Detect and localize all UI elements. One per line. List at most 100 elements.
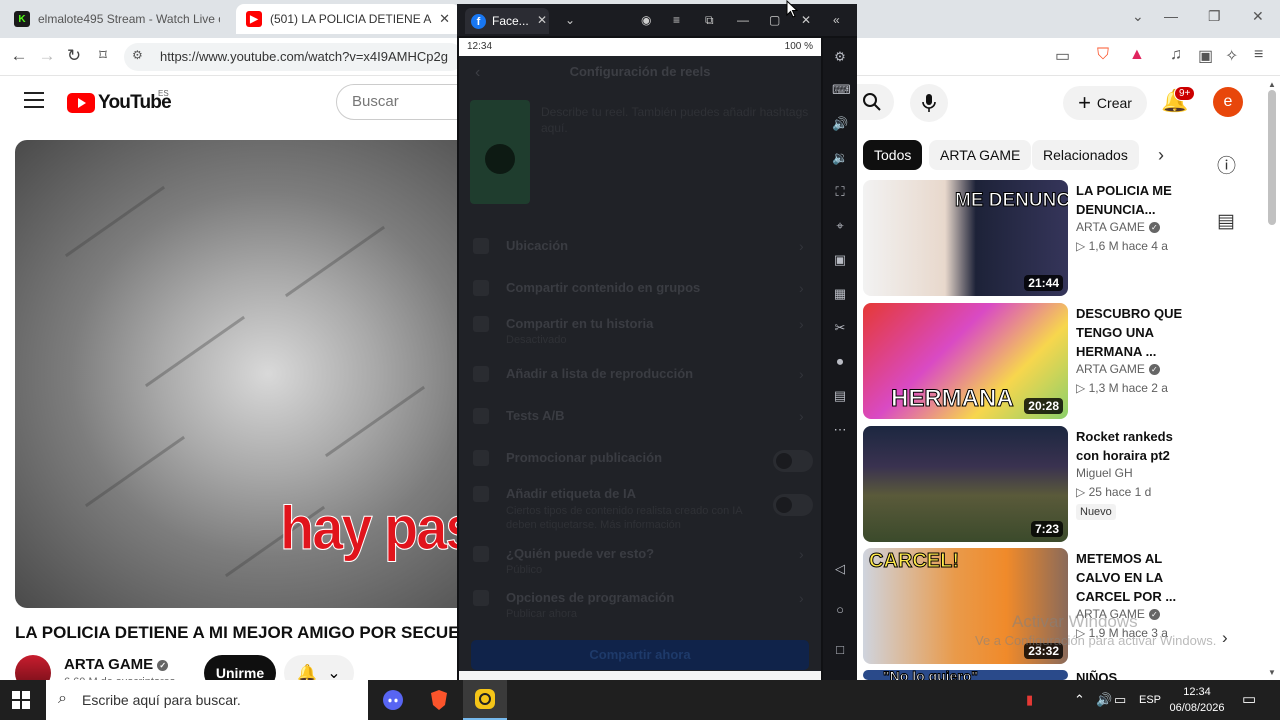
row-programacion[interactable]: Opciones de programación Publicar ahora › <box>459 586 821 626</box>
emulator-app[interactable] <box>463 680 507 720</box>
browser-tab-youtube[interactable]: ▶ (501) LA POLICIA DETIENE A MI M ✕ <box>236 4 460 34</box>
account-avatar[interactable]: e <box>1213 87 1243 117</box>
back-icon[interactable]: ← <box>8 46 30 66</box>
layers-icon[interactable]: ▤ <box>832 389 848 403</box>
brave-app[interactable] <box>417 680 461 720</box>
minimize-icon[interactable]: — <box>1164 8 1178 24</box>
youtube-logo[interactable]: YouTube <box>67 92 172 114</box>
row-etiqueta-ia[interactable]: Añadir etiqueta de IA Ciertos tipos de co… <box>459 482 821 532</box>
video-thumbnail[interactable]: "No lo quiero" <box>863 670 1068 680</box>
menu-icon[interactable]: ≡ <box>673 13 680 27</box>
taskbar-search-input[interactable]: ⌕ Escribe aquí para buscar. <box>46 680 368 720</box>
minimize-icon[interactable]: — <box>737 13 749 27</box>
search-input[interactable]: Buscar <box>336 84 476 120</box>
close-tab-icon[interactable]: ✕ <box>439 11 450 27</box>
collapse-sidebar-icon[interactable]: « <box>833 13 840 27</box>
android-home-icon[interactable]: ○ <box>832 603 848 617</box>
network-icon[interactable]: ▭ <box>1114 692 1126 708</box>
brave-rewards-icon[interactable]: ▲ <box>1129 46 1145 64</box>
related-video[interactable]: ME DENUNCIAN 21:44 LA POLICIA ME DENUNCI… <box>863 180 1193 298</box>
record-icon[interactable]: ⏺ <box>832 355 848 369</box>
browser-tab-kick[interactable]: K elmalote495 Stream - Watch Live on <box>4 4 230 34</box>
site-settings-icon[interactable]: ⚙ <box>132 48 143 62</box>
leo-ai-icon[interactable]: ✧ <box>1225 46 1238 66</box>
account-icon[interactable]: ◉ <box>641 13 651 27</box>
brave-shield-icon[interactable]: ⛉ <box>1097 46 1109 64</box>
android-recents-icon[interactable]: □ <box>832 643 848 657</box>
row-promocionar[interactable]: Promocionar publicación <box>459 446 821 486</box>
scroll-down-icon[interactable]: ▼ <box>1268 668 1276 677</box>
video-thumbnail[interactable]: ME DENUNCIAN 21:44 <box>863 180 1068 296</box>
volume-icon[interactable]: 🔊 <box>1096 692 1112 708</box>
create-button[interactable]: + Crear <box>1063 86 1147 120</box>
promote-toggle[interactable] <box>773 450 813 472</box>
video-thumbnail[interactable]: 7:23 <box>863 426 1068 542</box>
ai-label-toggle[interactable] <box>773 494 813 516</box>
reel-thumbnail[interactable] <box>470 100 530 204</box>
page-scrollbar[interactable] <box>1268 90 1276 225</box>
apk-icon[interactable]: ▦ <box>832 287 848 301</box>
reel-description-input[interactable]: Describe tu reel. También puedes añadir … <box>541 104 811 136</box>
media-icon[interactable]: ♫ <box>1170 46 1182 64</box>
brave-icon <box>431 690 447 710</box>
fullscreen-icon[interactable]: ⛶ <box>832 185 848 199</box>
more-icon[interactable]: ⋯ <box>832 423 848 437</box>
row-ubicacion[interactable]: Ubicación › <box>459 234 821 274</box>
microphone-icon <box>922 94 936 112</box>
popout-icon[interactable]: ⧉ <box>705 13 714 28</box>
chip-relacionados[interactable]: Relacionados <box>1032 140 1139 170</box>
android-back-icon[interactable]: ◁ <box>832 562 848 576</box>
tray-overflow-icon[interactable]: ⌃ <box>1074 692 1085 708</box>
wallet-icon[interactable]: ▣ <box>1198 46 1213 66</box>
forward-icon[interactable]: → <box>36 46 58 66</box>
chip-arta-game[interactable]: ARTA GAME <box>929 140 1032 170</box>
video-texture <box>284 225 386 298</box>
share-now-button[interactable]: Compartir ahora <box>471 640 809 670</box>
discord-app[interactable] <box>371 680 415 720</box>
windows-start-icon[interactable] <box>12 691 30 709</box>
menu-icon[interactable]: ≡ <box>1254 46 1263 64</box>
restore-icon[interactable]: ❐ <box>1208 8 1221 25</box>
keyboard-icon[interactable]: ⌨ <box>832 83 851 97</box>
close-window-icon[interactable]: ✕ <box>1252 8 1264 25</box>
related-video[interactable]: CARCEL! 23:32 METEMOS AL CALVO EN LA CAR… <box>863 548 1193 666</box>
maximize-icon[interactable]: ▢ <box>769 13 780 27</box>
voice-search-button[interactable] <box>910 84 948 122</box>
row-compartir-grupos[interactable]: Compartir contenido en grupos › <box>459 276 821 316</box>
related-video[interactable]: HERMANA 20:28 DESCUBRO QUE TENGO UNA HER… <box>863 303 1193 421</box>
screenshot-icon[interactable]: ▣ <box>832 253 848 267</box>
tab-search-icon[interactable]: ⌄ <box>1132 8 1144 25</box>
scissors-icon[interactable]: ✂ <box>832 321 848 335</box>
row-quien-puede-ver[interactable]: ¿Quién puede ver esto? Público › <box>459 542 821 582</box>
settings-icon[interactable]: ⚙ <box>832 50 848 64</box>
hamburger-menu-icon[interactable] <box>24 92 44 113</box>
bookmark-icon[interactable]: ⌑ <box>92 46 114 64</box>
scroll-up-icon[interactable]: ▲ <box>1268 80 1276 89</box>
reload-icon[interactable]: ↻ <box>63 46 85 66</box>
channel-name[interactable]: ARTA GAME ✓ <box>64 656 169 673</box>
volume-down-icon[interactable]: 🔉 <box>832 151 848 165</box>
notification-center-icon[interactable]: ▭ <box>1242 690 1256 708</box>
location-pin-icon[interactable]: ⌖ <box>832 219 848 233</box>
url-bar[interactable]: https://www.youtube.com/watch?v=x4I9AMHC… <box>124 43 464 71</box>
app-tray-icon[interactable]: ▮ <box>1026 692 1033 708</box>
chevron-right-icon[interactable]: › <box>1222 628 1228 648</box>
related-video[interactable]: "No lo quiero" NIÑOS <box>863 670 1193 680</box>
row-compartir-historia[interactable]: Compartir en tu historia Desactivado › <box>459 312 821 352</box>
info-icon[interactable]: ⓘ <box>1217 151 1236 178</box>
chat-icon[interactable]: ▤ <box>1217 210 1235 233</box>
video-thumbnail[interactable]: HERMANA 20:28 <box>863 303 1068 419</box>
related-video[interactable]: 7:23 Rocket rankeds con horaira pt2 Migu… <box>863 426 1193 544</box>
cast-icon[interactable]: ▭ <box>1055 46 1070 66</box>
close-tab-icon[interactable]: ✕ <box>537 13 547 27</box>
chip-todos[interactable]: Todos <box>863 140 923 170</box>
close-window-icon[interactable]: ✕ <box>801 13 811 27</box>
input-language[interactable]: ESP <box>1139 694 1161 706</box>
row-tests-ab[interactable]: Tests A/B › <box>459 404 821 444</box>
volume-up-icon[interactable]: 🔊 <box>832 117 848 131</box>
duration-badge: 21:44 <box>1024 275 1063 291</box>
taskbar-clock[interactable]: 12:34 06/08/2026 <box>1168 684 1226 716</box>
chevron-right-icon[interactable]: › <box>1158 145 1164 166</box>
chevron-down-icon[interactable]: ⌄ <box>565 13 575 27</box>
row-lista-reproduccion[interactable]: Añadir a lista de reproducción › <box>459 362 821 402</box>
